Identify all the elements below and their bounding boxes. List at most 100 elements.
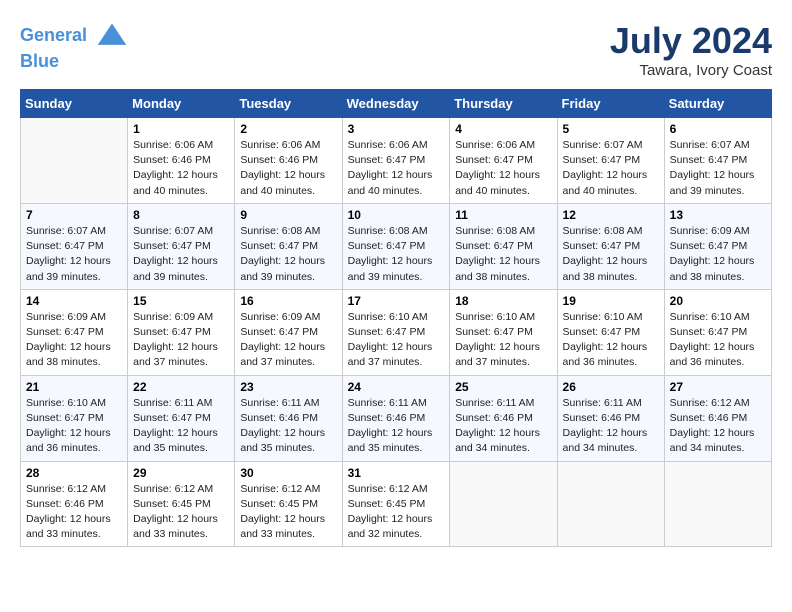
- calendar-cell: 16Sunrise: 6:09 AM Sunset: 6:47 PM Dayli…: [235, 289, 342, 375]
- calendar-cell: 22 Sunrise: 6:11 AM Sunset: 6:47 PM Dayli…: [128, 375, 235, 461]
- calendar-cell: 15Sunrise: 6:09 AM Sunset: 6:47 PM Dayli…: [128, 289, 235, 375]
- day-number: 8: [133, 208, 229, 222]
- day-number: 6: [670, 122, 766, 136]
- calendar-cell: [450, 461, 557, 547]
- day-info: Sunrise: 6:09 AM Sunset: 6:47 PM Dayligh…: [133, 310, 229, 371]
- day-info: Sunrise: 6:10 AM Sunset: 6:47 PM Dayligh…: [348, 310, 445, 371]
- header-wednesday: Wednesday: [342, 90, 450, 118]
- day-info: Sunrise: 6:11 AM Sunset: 6:46 PM Dayligh…: [455, 396, 551, 457]
- calendar-cell: 26 Sunrise: 6:11 AM Sunset: 6:46 PM Dayli…: [557, 375, 664, 461]
- logo-icon: [96, 20, 128, 52]
- calendar-cell: 19 Sunrise: 6:10 AM Sunset: 6:47 PM Dayli…: [557, 289, 664, 375]
- calendar-cell: 9Sunrise: 6:08 AM Sunset: 6:47 PM Daylig…: [235, 203, 342, 289]
- day-info: Sunrise: 6:12 AM Sunset: 6:46 PM Dayligh…: [670, 396, 766, 457]
- day-info: Sunrise: 6:10 AM Sunset: 6:47 PM Dayligh…: [26, 396, 122, 457]
- day-number: 18: [455, 294, 551, 308]
- calendar-cell: 12 Sunrise: 6:08 AM Sunset: 6:47 PM Dayli…: [557, 203, 664, 289]
- calendar-cell: 11Sunrise: 6:08 AM Sunset: 6:47 PM Dayli…: [450, 203, 557, 289]
- calendar-cell: 25 Sunrise: 6:11 AM Sunset: 6:46 PM Dayli…: [450, 375, 557, 461]
- day-number: 21: [26, 380, 122, 394]
- day-info: Sunrise: 6:07 AM Sunset: 6:47 PM Dayligh…: [670, 138, 766, 199]
- day-info: Sunrise: 6:11 AM Sunset: 6:46 PM Dayligh…: [563, 396, 659, 457]
- day-number: 29: [133, 466, 229, 480]
- calendar-cell: 23Sunrise: 6:11 AM Sunset: 6:46 PM Dayli…: [235, 375, 342, 461]
- calendar-cell: 20Sunrise: 6:10 AM Sunset: 6:47 PM Dayli…: [664, 289, 771, 375]
- day-number: 11: [455, 208, 551, 222]
- month-title: July 2024: [610, 20, 772, 62]
- day-info: Sunrise: 6:09 AM Sunset: 6:47 PM Dayligh…: [26, 310, 122, 371]
- day-info: Sunrise: 6:08 AM Sunset: 6:47 PM Dayligh…: [563, 224, 659, 285]
- day-info: Sunrise: 6:10 AM Sunset: 6:47 PM Dayligh…: [455, 310, 551, 371]
- day-number: 19: [563, 294, 659, 308]
- day-number: 24: [348, 380, 445, 394]
- calendar-table: Sunday Monday Tuesday Wednesday Thursday…: [20, 89, 772, 547]
- calendar-cell: 30Sunrise: 6:12 AM Sunset: 6:45 PM Dayli…: [235, 461, 342, 547]
- calendar-cell: 6 Sunrise: 6:07 AM Sunset: 6:47 PM Daylig…: [664, 118, 771, 204]
- day-number: 12: [563, 208, 659, 222]
- day-number: 22: [133, 380, 229, 394]
- calendar-cell: 3Sunrise: 6:06 AM Sunset: 6:47 PM Daylig…: [342, 118, 450, 204]
- calendar-cell: 18 Sunrise: 6:10 AM Sunset: 6:47 PM Dayli…: [450, 289, 557, 375]
- calendar-cell: 14 Sunrise: 6:09 AM Sunset: 6:47 PM Dayli…: [21, 289, 128, 375]
- calendar-cell: 5 Sunrise: 6:07 AM Sunset: 6:47 PM Daylig…: [557, 118, 664, 204]
- day-number: 5: [563, 122, 659, 136]
- title-block: July 2024 Tawara, Ivory Coast: [610, 20, 772, 79]
- calendar-header-row: Sunday Monday Tuesday Wednesday Thursday…: [21, 90, 772, 118]
- header-friday: Friday: [557, 90, 664, 118]
- day-number: 10: [348, 208, 445, 222]
- day-number: 13: [670, 208, 766, 222]
- calendar-cell: 21 Sunrise: 6:10 AM Sunset: 6:47 PM Dayli…: [21, 375, 128, 461]
- day-info: Sunrise: 6:06 AM Sunset: 6:46 PM Dayligh…: [240, 138, 336, 199]
- calendar-cell: 29 Sunrise: 6:12 AM Sunset: 6:45 PM Dayli…: [128, 461, 235, 547]
- logo: General Blue: [20, 20, 128, 72]
- calendar-week-3: 14 Sunrise: 6:09 AM Sunset: 6:47 PM Dayli…: [21, 289, 772, 375]
- header-thursday: Thursday: [450, 90, 557, 118]
- logo-text: General Blue: [20, 20, 128, 72]
- calendar-cell: 2 Sunrise: 6:06 AM Sunset: 6:46 PM Daylig…: [235, 118, 342, 204]
- calendar-cell: 1Sunrise: 6:06 AM Sunset: 6:46 PM Daylig…: [128, 118, 235, 204]
- calendar-cell: 27Sunrise: 6:12 AM Sunset: 6:46 PM Dayli…: [664, 375, 771, 461]
- calendar-cell: 8Sunrise: 6:07 AM Sunset: 6:47 PM Daylig…: [128, 203, 235, 289]
- day-number: 7: [26, 208, 122, 222]
- calendar-cell: 10 Sunrise: 6:08 AM Sunset: 6:47 PM Dayli…: [342, 203, 450, 289]
- day-number: 28: [26, 466, 122, 480]
- day-info: Sunrise: 6:11 AM Sunset: 6:47 PM Dayligh…: [133, 396, 229, 457]
- day-number: 25: [455, 380, 551, 394]
- day-number: 26: [563, 380, 659, 394]
- header-saturday: Saturday: [664, 90, 771, 118]
- calendar-week-5: 28 Sunrise: 6:12 AM Sunset: 6:46 PM Dayli…: [21, 461, 772, 547]
- day-number: 17: [348, 294, 445, 308]
- calendar-week-2: 7 Sunrise: 6:07 AM Sunset: 6:47 PM Daylig…: [21, 203, 772, 289]
- calendar-cell: 17 Sunrise: 6:10 AM Sunset: 6:47 PM Dayli…: [342, 289, 450, 375]
- day-info: Sunrise: 6:12 AM Sunset: 6:45 PM Dayligh…: [348, 482, 445, 543]
- day-number: 2: [240, 122, 336, 136]
- header-monday: Monday: [128, 90, 235, 118]
- calendar-cell: 31 Sunrise: 6:12 AM Sunset: 6:45 PM Dayli…: [342, 461, 450, 547]
- day-info: Sunrise: 6:06 AM Sunset: 6:47 PM Dayligh…: [455, 138, 551, 199]
- day-info: Sunrise: 6:10 AM Sunset: 6:47 PM Dayligh…: [670, 310, 766, 371]
- calendar-cell: [557, 461, 664, 547]
- day-info: Sunrise: 6:11 AM Sunset: 6:46 PM Dayligh…: [348, 396, 445, 457]
- header-sunday: Sunday: [21, 90, 128, 118]
- logo-blue: Blue: [20, 51, 59, 71]
- day-info: Sunrise: 6:07 AM Sunset: 6:47 PM Dayligh…: [563, 138, 659, 199]
- calendar-cell: [21, 118, 128, 204]
- day-info: Sunrise: 6:12 AM Sunset: 6:46 PM Dayligh…: [26, 482, 122, 543]
- day-info: Sunrise: 6:12 AM Sunset: 6:45 PM Dayligh…: [133, 482, 229, 543]
- calendar-cell: 7 Sunrise: 6:07 AM Sunset: 6:47 PM Daylig…: [21, 203, 128, 289]
- day-number: 14: [26, 294, 122, 308]
- day-info: Sunrise: 6:10 AM Sunset: 6:47 PM Dayligh…: [563, 310, 659, 371]
- day-number: 1: [133, 122, 229, 136]
- day-number: 16: [240, 294, 336, 308]
- calendar-cell: 24 Sunrise: 6:11 AM Sunset: 6:46 PM Dayli…: [342, 375, 450, 461]
- calendar-cell: 4Sunrise: 6:06 AM Sunset: 6:47 PM Daylig…: [450, 118, 557, 204]
- day-number: 30: [240, 466, 336, 480]
- day-number: 23: [240, 380, 336, 394]
- day-info: Sunrise: 6:07 AM Sunset: 6:47 PM Dayligh…: [26, 224, 122, 285]
- calendar-body: 1 Sunrise: 6:06 AM Sunset: 6:46 PM Daylig…: [21, 118, 772, 547]
- day-number: 31: [348, 466, 445, 480]
- logo-general: General: [20, 25, 87, 45]
- location: Tawara, Ivory Coast: [610, 62, 772, 79]
- page-header: General Blue July 2024 Tawara, Ivory Coa…: [20, 20, 772, 79]
- day-info: Sunrise: 6:08 AM Sunset: 6:47 PM Dayligh…: [348, 224, 445, 285]
